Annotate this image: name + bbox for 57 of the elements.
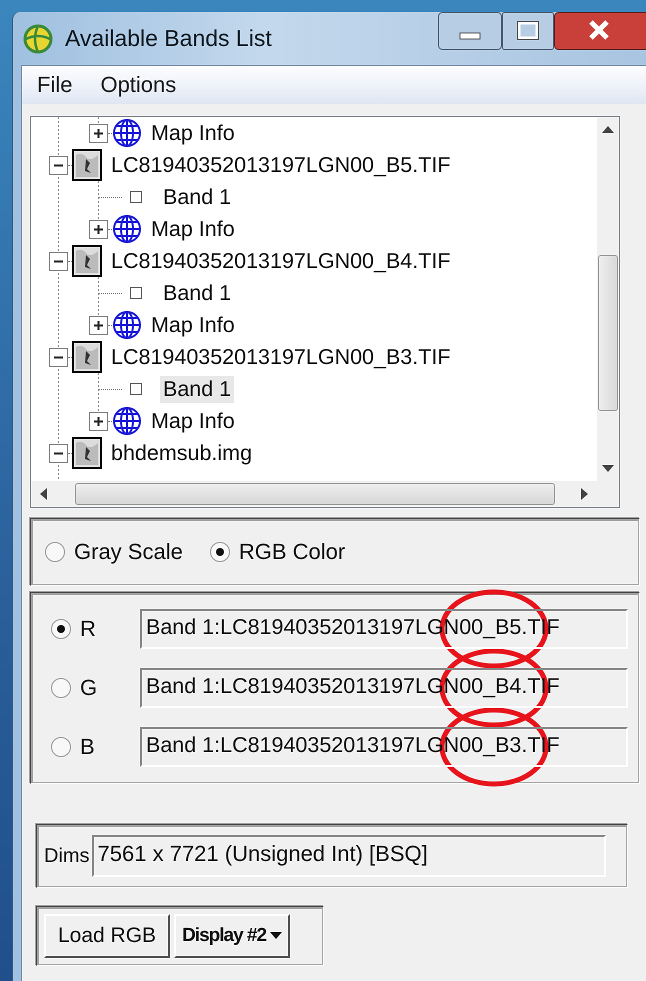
radio-label[interactable]: R [80, 616, 140, 642]
scroll-right-icon [581, 488, 589, 500]
collapse-icon[interactable] [49, 156, 68, 174]
minimize-icon [438, 12, 502, 50]
image-file-icon [72, 437, 102, 469]
radio-label[interactable]: G [80, 674, 140, 701]
tree-item[interactable]: Map Info [148, 408, 238, 434]
image-file-icon [72, 149, 102, 181]
tree-item[interactable]: Band 1 [160, 280, 234, 306]
caret-icon [270, 932, 282, 940]
expand-icon[interactable] [89, 220, 108, 238]
display-dropdown[interactable]: Display #2 [174, 914, 290, 958]
radio-label[interactable]: B [80, 734, 140, 760]
radio-label[interactable]: RGB Color [238, 539, 346, 565]
tree-item[interactable]: Band 1 [160, 376, 234, 402]
scroll-up-icon [602, 125, 614, 133]
tree-item[interactable]: LC81940352013197LGN00_B4.TIF [108, 248, 454, 274]
load-rgb-button[interactable]: Load RGB [44, 914, 170, 958]
maximize-icon [502, 12, 554, 50]
horizontal-scrollbar[interactable] [31, 481, 619, 507]
tree-item[interactable]: bhdemsub.img [108, 440, 256, 466]
radio-button[interactable] [50, 736, 72, 758]
dims-label: Dims [44, 844, 90, 868]
expand-icon[interactable] [89, 412, 108, 430]
radio-label[interactable]: Gray Scale [74, 539, 183, 565]
tree-item[interactable]: Map Info [148, 120, 238, 146]
tree-item[interactable]: LC81940352013197LGN00_B3.TIF [108, 344, 454, 370]
expand-icon[interactable] [89, 124, 108, 142]
globe-icon [112, 406, 142, 436]
radio-button[interactable] [208, 541, 231, 563]
scroll-left-icon [39, 488, 47, 500]
tree-item[interactable]: Map Info [148, 216, 238, 242]
tree-item[interactable]: Map Info [148, 312, 238, 338]
tree-item[interactable]: LC81940352013197LGN00_B5.TIF [108, 152, 454, 178]
scroll-down-icon [602, 465, 614, 473]
radio-button[interactable] [50, 676, 72, 699]
app-globe-icon [23, 24, 53, 54]
menu-item[interactable]: File [34, 72, 76, 98]
collapse-icon[interactable] [49, 444, 68, 462]
window-title: Available Bands List [65, 25, 272, 52]
menu-item[interactable]: Options [97, 72, 180, 98]
collapse-icon[interactable] [49, 252, 68, 270]
scroll-thumb[interactable] [598, 255, 618, 411]
dims-field[interactable]: 7561 x 7721 (Unsigned Int) [BSQ] [92, 835, 606, 877]
tree-item[interactable]: Band 1 [160, 184, 234, 210]
globe-icon [112, 214, 142, 244]
expand-icon[interactable] [89, 316, 108, 334]
globe-icon [112, 310, 142, 340]
radio-button[interactable] [44, 541, 66, 563]
radio-button[interactable] [50, 618, 72, 640]
collapse-icon[interactable] [49, 348, 68, 366]
close-icon [554, 12, 646, 50]
image-file-icon [72, 341, 102, 373]
vertical-scrollbar[interactable] [597, 117, 619, 481]
globe-icon [112, 118, 142, 148]
scroll-thumb[interactable] [75, 483, 555, 505]
image-file-icon [72, 245, 102, 277]
